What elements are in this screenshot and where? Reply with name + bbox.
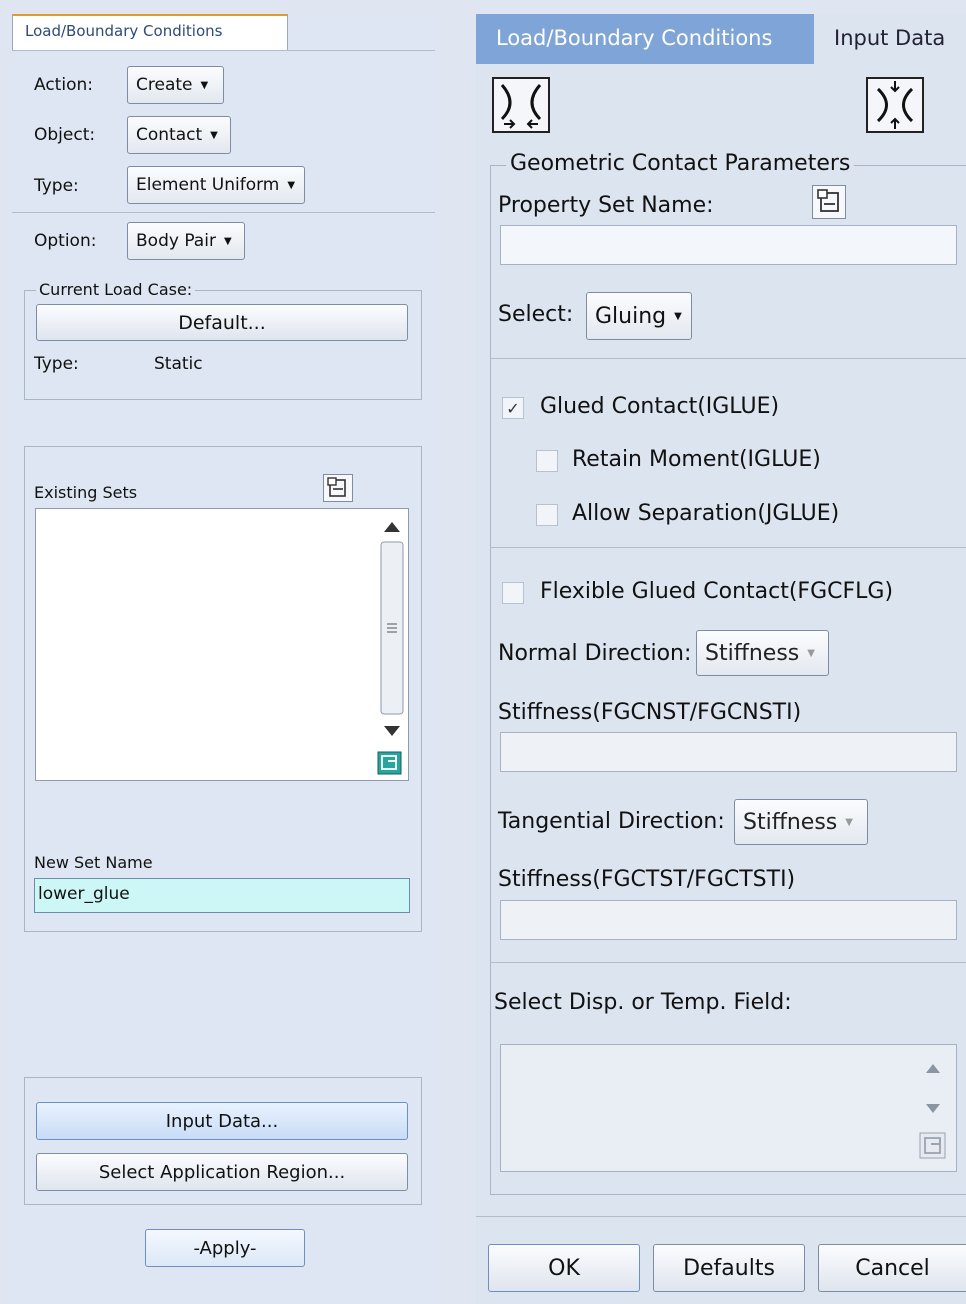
flexible-glued-checkbox[interactable] <box>502 582 524 604</box>
select-icon[interactable] <box>918 1131 948 1161</box>
gluing-value: Gluing <box>595 303 667 329</box>
select-application-region-button[interactable]: Select Application Region... <box>36 1153 408 1191</box>
new-set-label: New Set Name <box>34 853 153 872</box>
object-label: Object: <box>34 125 96 145</box>
glued-contact-label: Glued Contact(IGLUE) <box>540 394 780 419</box>
contact-body-icon[interactable] <box>492 77 550 133</box>
filter-icon[interactable] <box>323 474 353 502</box>
disp-field-list[interactable] <box>500 1044 957 1172</box>
contact-separation-icon[interactable] <box>866 77 924 133</box>
normal-stiffness-label: Stiffness(FGCNST/FGCNSTI) <box>498 700 802 725</box>
allow-separation-checkbox[interactable] <box>536 504 558 526</box>
chevron-down-icon: ▼ <box>210 129 218 141</box>
option-dropdown[interactable]: Body Pair ▼ <box>127 222 245 260</box>
chevron-down-icon: ▼ <box>200 79 209 91</box>
input-data-button[interactable]: Input Data... <box>36 1102 408 1140</box>
option-value: Body Pair <box>136 231 216 251</box>
divider <box>476 1216 966 1217</box>
tab-load-boundary-conditions[interactable]: Load/Boundary Conditions <box>12 14 288 50</box>
ok-button[interactable]: OK <box>488 1244 640 1292</box>
object-value: Contact <box>136 125 203 145</box>
select-label: Select: <box>498 302 574 327</box>
normal-direction-label: Normal Direction: <box>498 641 692 666</box>
chevron-down-icon: ▼ <box>807 647 815 659</box>
select-icon[interactable] <box>376 750 404 776</box>
load-case-type-label: Type: <box>34 354 79 374</box>
property-set-input[interactable] <box>500 225 957 265</box>
existing-sets-list[interactable] <box>35 508 409 781</box>
tangential-stiffness-label: Stiffness(FGCTST/FGCTSTI) <box>498 867 796 892</box>
gluing-dropdown[interactable]: Gluing ▼ <box>586 292 692 340</box>
tab-underline <box>12 50 435 51</box>
action-dropdown[interactable]: Create ▼ <box>127 66 224 104</box>
glued-contact-checkbox[interactable]: ✓ <box>502 397 524 419</box>
tangential-direction-dropdown[interactable]: Stiffness ▼ <box>734 799 868 845</box>
chevron-down-icon: ▼ <box>223 235 232 247</box>
disp-field-scroll-down-icon[interactable] <box>920 1098 946 1118</box>
retain-moment-checkbox[interactable] <box>536 450 558 472</box>
tangential-direction-label: Tangential Direction: <box>498 809 725 834</box>
option-label: Option: <box>34 231 97 251</box>
type-value: Element Uniform <box>136 175 280 195</box>
tab-input-data[interactable]: Input Data <box>814 14 966 64</box>
disp-field-label: Select Disp. or Temp. Field: <box>494 990 792 1015</box>
normal-stiffness-input[interactable] <box>500 732 957 772</box>
cancel-button[interactable]: Cancel <box>818 1244 966 1292</box>
defaults-button[interactable]: Defaults <box>653 1244 805 1292</box>
retain-moment-label: Retain Moment(IGLUE) <box>572 447 821 472</box>
divider <box>12 212 435 213</box>
group-title: Geometric Contact Parameters <box>506 151 855 176</box>
existing-sets-label: Existing Sets <box>34 483 138 502</box>
flexible-glued-label: Flexible Glued Contact(FGCFLG) <box>540 579 894 604</box>
new-set-input[interactable]: lower_glue <box>34 878 410 913</box>
type-dropdown[interactable]: Element Uniform ▼ <box>127 166 305 204</box>
disp-field-scroll-up-icon[interactable] <box>920 1058 946 1078</box>
divider <box>490 358 966 359</box>
chevron-down-icon: ▼ <box>674 310 682 322</box>
action-label: Action: <box>34 75 93 95</box>
property-set-label: Property Set Name: <box>498 193 714 218</box>
divider <box>490 547 966 548</box>
tangential-stiffness-input[interactable] <box>500 900 957 940</box>
object-dropdown[interactable]: Contact ▼ <box>127 116 231 154</box>
tangential-direction-value: Stiffness <box>743 809 838 835</box>
type-label: Type: <box>34 176 79 196</box>
normal-direction-dropdown[interactable]: Stiffness ▼ <box>696 630 829 676</box>
apply-button[interactable]: -Apply- <box>145 1229 305 1267</box>
action-value: Create <box>136 75 193 95</box>
allow-separation-label: Allow Separation(JGLUE) <box>572 501 840 526</box>
load-case-type-value: Static <box>154 354 203 374</box>
divider <box>490 962 966 963</box>
chevron-down-icon: ▼ <box>287 179 296 191</box>
chevron-down-icon: ▼ <box>845 816 853 828</box>
load-case-button[interactable]: Default... <box>36 304 408 341</box>
filter-icon[interactable] <box>812 185 846 219</box>
load-case-legend: Current Load Case: <box>36 280 196 299</box>
scrollbar[interactable] <box>378 510 406 750</box>
tab-load-boundary-conditions-right[interactable]: Load/Boundary Conditions <box>476 14 814 64</box>
normal-direction-value: Stiffness <box>705 640 800 666</box>
